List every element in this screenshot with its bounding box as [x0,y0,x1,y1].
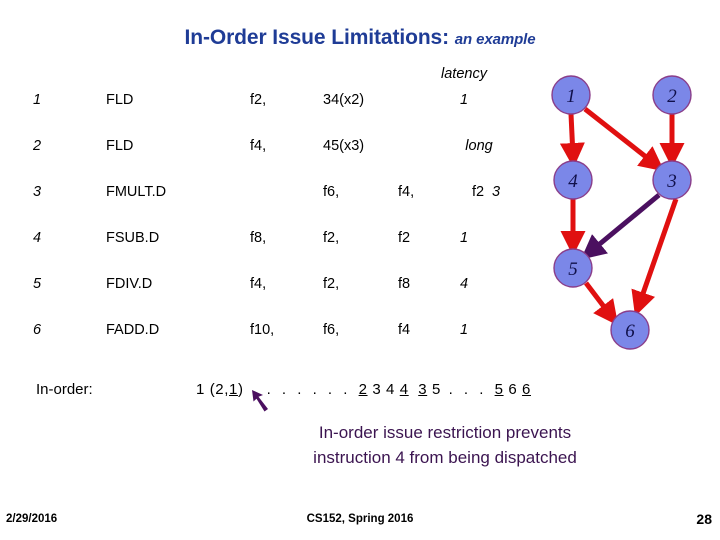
row-opcode: FDIV.D [106,276,153,292]
table-row: 3 FMULT.D f6, f4, f2 3 [0,180,560,204]
cursor-arrow-icon [250,388,284,422]
graph-node-2[interactable]: 2 [652,75,692,115]
graph-edge-3-to-6 [631,198,679,317]
page-title-main: In-Order Issue Limitations: [184,26,455,49]
callout-text: In-order issue restriction prevents inst… [230,420,660,470]
table-row: 1 FLD f2, 34(x2) 1 [0,88,560,112]
graph-edge-5-to-6 [584,281,619,326]
graph-node-5-label: 5 [568,259,578,280]
row-operand-3: f2 [398,230,411,246]
row-operand-2: f4, [398,184,415,200]
page-title-subtitle: an example [454,31,536,48]
row-opcode: FMULT.D [106,184,167,200]
callout-line-1: In-order issue restriction prevents [318,423,572,442]
graph-node-4[interactable]: 4 [553,160,593,200]
row-operand-1: f4, [250,276,267,292]
row-operand-3: f4 [398,322,411,338]
row-opcode: FLD [106,138,134,154]
row-latency: 1 [459,92,469,108]
table-row: 5 FDIV.D f4, f2, f8 4 [0,272,560,296]
graph-edge-1-to-3 [583,107,665,172]
row-latency: long [465,138,493,154]
row-number: 6 [33,322,42,338]
row-operand-2: f2, [323,230,340,246]
graph-edge-3-to-5 [580,193,661,260]
row-operand-3: f8 [398,276,411,292]
row-operand-2: 45(x3) [323,138,365,154]
row-operand-2: 34(x2) [323,92,365,108]
graph-node-1[interactable]: 1 [551,75,591,115]
instruction-table: latency 1 FLD f2, 34(x2) 1 2 FLD f4, 45(… [0,66,560,338]
row-operand-3: f2 [472,184,485,200]
row-latency: 1 [459,322,469,338]
row-operand-1: f10, [250,322,275,338]
footer-page-number: 28 [696,511,712,527]
graph-node-3-label: 3 [666,171,677,192]
table-row: 6 FADD.D f10, f6, f4 1 [0,318,560,342]
row-operand-2: f2, [323,276,340,292]
row-operand-2: f6, [323,322,340,338]
graph-node-2-label: 2 [667,86,677,107]
row-operand-1: f2, [250,92,267,108]
row-number: 2 [33,138,42,154]
row-opcode: FLD [106,92,134,108]
row-number: 3 [33,184,42,200]
row-opcode: FADD.D [106,322,160,338]
table-row: 4 FSUB.D f8, f2, f2 1 [0,226,560,250]
page-title: In-Order Issue Limitations: an example [0,26,720,50]
row-number: 1 [33,92,42,108]
graph-node-4-label: 4 [568,171,578,192]
row-latency: 1 [459,230,469,246]
row-number: 4 [33,230,42,246]
callout-line-2: instruction 4 from being dispatched [313,448,577,467]
graph-node-1-label: 1 [566,86,576,107]
graph-node-6[interactable]: 6 [610,310,650,350]
graph-node-3[interactable]: 3 [652,160,692,200]
graph-node-6-label: 6 [625,321,635,342]
dependency-graph: 1 2 3 4 5 6 [520,60,720,360]
row-number: 5 [33,276,42,292]
graph-edge-1-to-4 [559,113,585,168]
footer-course: CS152, Spring 2016 [306,513,414,525]
table-row: 2 FLD f4, 45(x3) long [0,134,560,158]
row-operand-1: f8, [250,230,267,246]
row-latency: 4 [459,276,469,292]
row-opcode: FSUB.D [106,230,160,246]
row-operand-1: f4, [250,138,267,154]
latency-column-header: latency [441,66,487,82]
inorder-sequence: 1 (2,1) . . . . . . . 2 3 4 4 3 5 . . . … [196,381,531,398]
inorder-label: In-order: [36,381,93,398]
row-operand-1: f6, [323,184,340,200]
inorder-row: In-order: 1 (2,1) . . . . . . . 2 3 4 4 … [0,378,720,406]
graph-node-5[interactable]: 5 [553,248,593,288]
